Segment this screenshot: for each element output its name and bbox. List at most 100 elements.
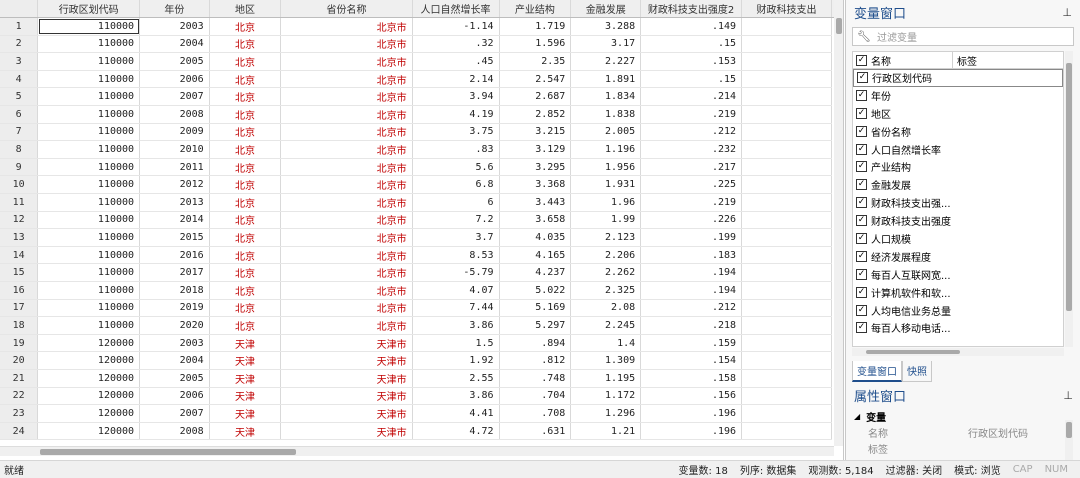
table-cell[interactable]: 2.08	[570, 299, 642, 318]
table-cell[interactable]: 110000	[37, 211, 141, 230]
row-number[interactable]: 11	[0, 193, 39, 212]
variable-list-item[interactable]: ✓ 年份	[853, 87, 1063, 105]
table-cell[interactable]: .149	[640, 17, 743, 36]
table-cell[interactable]: 北京	[209, 281, 282, 300]
variable-list-item[interactable]: ✓ 计算机软件和软...	[853, 284, 1063, 302]
table-cell[interactable]	[741, 158, 832, 177]
table-cell[interactable]: 1.596	[499, 35, 572, 54]
row-number[interactable]: 23	[0, 404, 39, 423]
table-cell[interactable]: 北京市	[280, 87, 413, 107]
table-cell[interactable]: 4.035	[499, 228, 572, 247]
table-cell[interactable]: 7.44	[412, 299, 500, 318]
table-cell[interactable]: 110000	[37, 17, 141, 36]
table-cell[interactable]	[741, 369, 832, 388]
row-number[interactable]: 7	[0, 123, 39, 142]
table-cell[interactable]: 110000	[37, 105, 141, 124]
table-cell[interactable]: .894	[499, 334, 572, 353]
label-column-header[interactable]: 标签	[953, 53, 977, 68]
table-cell[interactable]: 北京	[209, 17, 282, 36]
table-cell[interactable]: 2.852	[499, 105, 572, 124]
variable-list-item[interactable]: ✓ 金融发展	[853, 176, 1063, 195]
table-cell[interactable]: 北京	[209, 211, 282, 230]
table-cell[interactable]: 4.41	[412, 404, 500, 423]
table-cell[interactable]: 5.6	[412, 158, 500, 177]
table-cell[interactable]: .812	[499, 351, 572, 370]
variable-list-horizontal-scrollbar[interactable]	[852, 348, 1064, 356]
table-cell[interactable]: 1.834	[570, 87, 642, 107]
table-row[interactable]: 10 110000 2012 北京 北京市 6.8 3.368 1.931.225	[0, 175, 843, 195]
row-number[interactable]: 3	[0, 52, 39, 71]
table-cell[interactable]: .217	[640, 158, 743, 177]
table-cell[interactable]: 6	[412, 193, 500, 212]
table-cell[interactable]: 110000	[37, 140, 141, 159]
row-number[interactable]: 19	[0, 334, 39, 353]
table-cell[interactable]: 3.86	[412, 316, 500, 335]
table-cell[interactable]: 北京市	[280, 123, 413, 142]
table-cell[interactable]: 2011	[139, 158, 210, 177]
table-cell[interactable]: 北京市	[280, 246, 413, 265]
table-cell[interactable]: 1.296	[570, 404, 642, 423]
table-cell[interactable]	[741, 299, 832, 318]
variable-checkbox[interactable]: ✓	[856, 286, 867, 298]
table-cell[interactable]: .704	[499, 387, 572, 406]
table-row[interactable]: 21 120000 2005 天津 天津市 2.55.748 1.195.158	[0, 369, 843, 388]
row-number[interactable]: 12	[0, 211, 39, 230]
variable-checkbox[interactable]: ✓	[856, 197, 867, 209]
data-table[interactable]: 行政区划代码 年份 地区 省份名称 人口自然增长率 产业结构 金融发展 财政科技支出强度2 财政…	[0, 0, 843, 441]
variable-checkbox[interactable]: ✓	[856, 268, 867, 280]
table-cell[interactable]: .83	[412, 140, 500, 159]
table-cell[interactable]: 8.53	[412, 246, 500, 265]
table-cell[interactable]: .194	[640, 281, 743, 300]
table-cell[interactable]	[741, 105, 832, 124]
table-cell[interactable]	[741, 404, 832, 423]
variable-checkbox[interactable]: ✓	[856, 322, 867, 334]
table-cell[interactable]: 1.5	[412, 334, 500, 353]
table-cell[interactable]: 1.195	[570, 369, 642, 388]
variable-checkbox[interactable]: ✓	[856, 107, 867, 119]
table-cell[interactable]: .214	[640, 87, 743, 107]
row-number[interactable]: 21	[0, 369, 39, 388]
row-number[interactable]: 13	[0, 228, 39, 247]
table-cell[interactable]: 2.687	[499, 87, 572, 107]
table-cell[interactable]: 北京市	[280, 281, 413, 300]
table-cell[interactable]: 2.227	[570, 52, 642, 71]
table-cell[interactable]: 110000	[37, 316, 141, 335]
table-cell[interactable]	[741, 263, 832, 282]
table-cell[interactable]: 1.956	[570, 158, 642, 177]
table-cell[interactable]: 110000	[37, 87, 141, 107]
row-number[interactable]: 14	[0, 246, 39, 265]
table-cell[interactable]: 北京市	[280, 316, 413, 335]
variable-checkbox[interactable]: ✓	[856, 125, 867, 137]
row-number[interactable]: 6	[0, 105, 39, 124]
variable-list-item[interactable]: ✓ 人均电信业务总量	[853, 302, 1063, 320]
tab-variables-window[interactable]: 变量窗口	[852, 361, 902, 382]
row-number[interactable]: 9	[0, 158, 39, 177]
table-cell[interactable]: 北京市	[280, 175, 413, 195]
row-number[interactable]: 20	[0, 351, 39, 370]
row-number[interactable]: 22	[0, 387, 39, 406]
table-cell[interactable]: 北京	[209, 316, 282, 335]
table-cell[interactable]: 天津市	[280, 387, 413, 406]
row-number[interactable]: 8	[0, 140, 39, 159]
table-cell[interactable]: .15	[640, 70, 743, 89]
table-cell[interactable]: 5.022	[499, 281, 572, 300]
table-row[interactable]: 14 110000 2016 北京 北京市 8.53 4.165 2.206.183	[0, 246, 843, 265]
variable-checkbox[interactable]: ✓	[856, 250, 867, 262]
wrench-icon[interactable]: 🔧︎	[857, 30, 871, 43]
table-cell[interactable]: 7.2	[412, 211, 500, 230]
table-cell[interactable]: 120000	[37, 387, 141, 406]
table-cell[interactable]: 天津市	[280, 422, 413, 441]
table-cell[interactable]: 2.245	[570, 316, 642, 335]
table-cell[interactable]: 2005	[139, 369, 210, 388]
table-cell[interactable]: 2006	[139, 387, 210, 406]
table-cell[interactable]: .708	[499, 404, 572, 423]
table-cell[interactable]: 110000	[37, 246, 141, 265]
table-row[interactable]: 3 110000 2005 北京 北京市 .45 2.35 2.227.153	[0, 52, 843, 71]
table-cell[interactable]: .199	[640, 228, 743, 247]
row-number[interactable]: 2	[0, 35, 39, 54]
table-cell[interactable]	[741, 140, 832, 159]
table-cell[interactable]: 天津	[209, 422, 282, 441]
table-cell[interactable]: .232	[640, 140, 743, 159]
table-row[interactable]: 23 120000 2007 天津 天津市 4.41.708 1.296.196	[0, 404, 843, 423]
table-cell[interactable]: 北京市	[280, 17, 413, 36]
